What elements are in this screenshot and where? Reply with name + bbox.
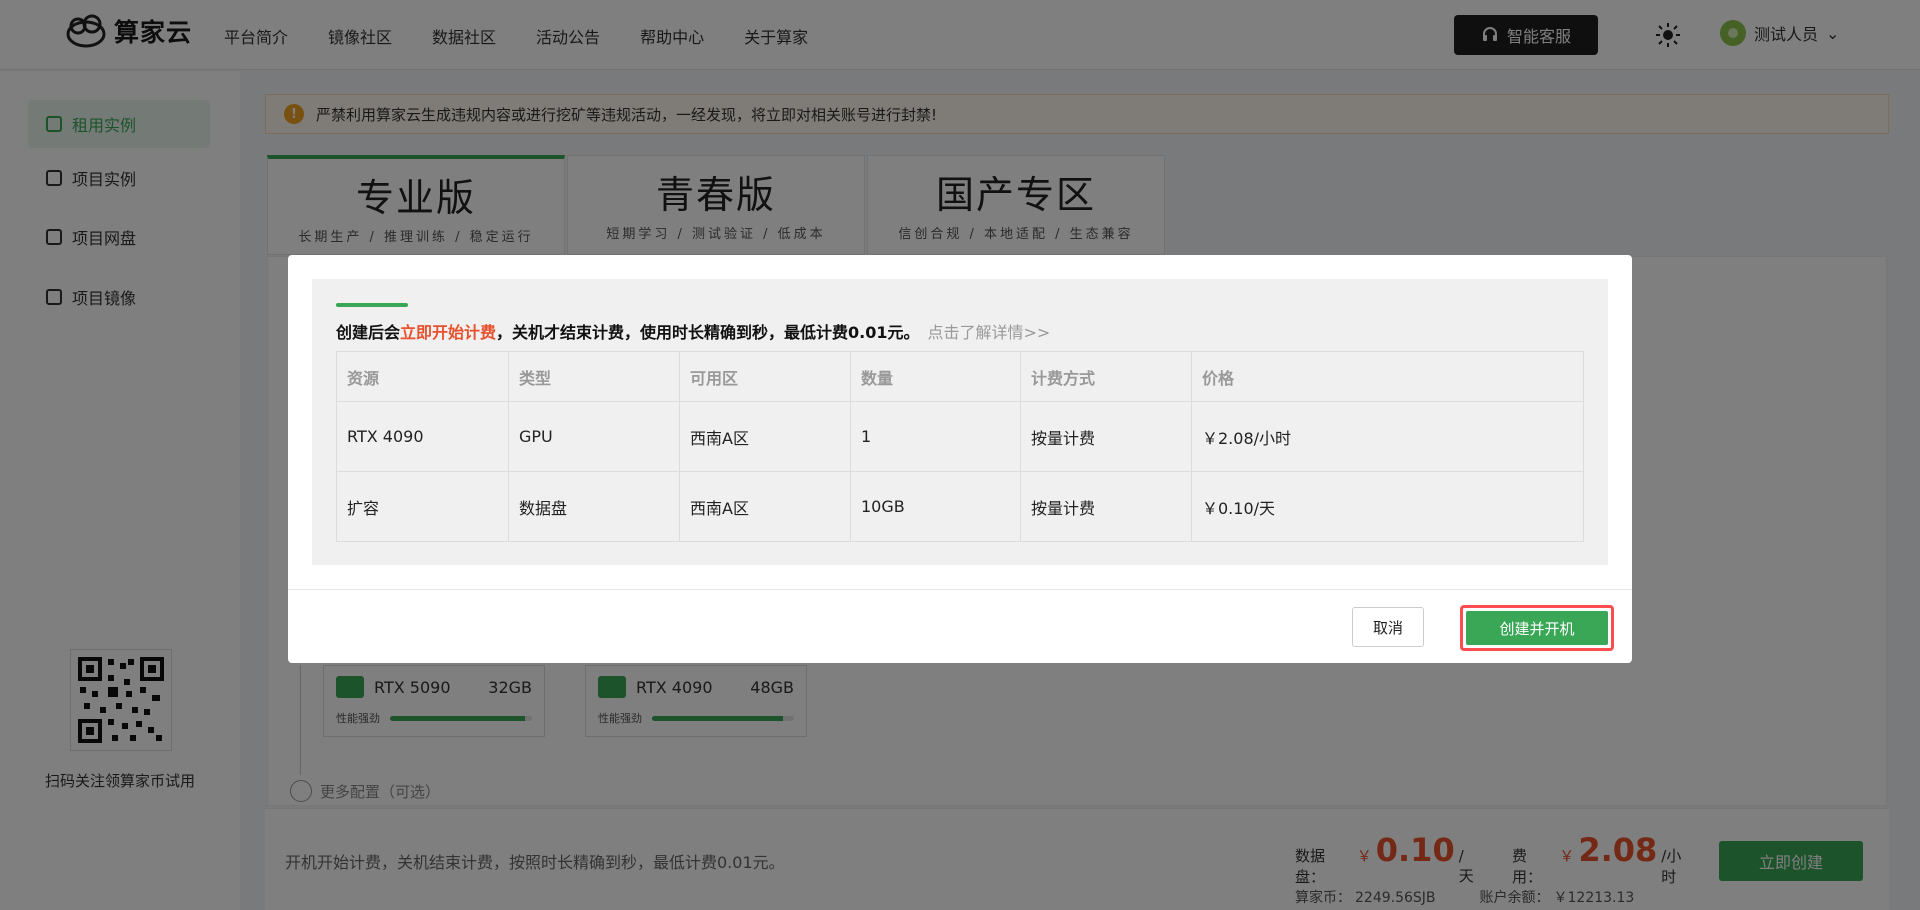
cell-type: GPU [508,401,680,472]
cell-quantity: 1 [850,401,1021,472]
cell-billing: 按量计费 [1020,471,1192,542]
table-row: RTX 4090 GPU 西南A区 1 按量计费 ￥2.08/小时 [336,401,1584,472]
cell-zone: 西南A区 [679,401,851,472]
billing-message-suffix: ，关机才结束计费，使用时长精确到秒，最低计费0.01元。 [496,323,920,342]
col-header-resource: 资源 [336,351,509,402]
cell-resource: RTX 4090 [336,401,509,472]
create-button-highlight: 创建并开机 [1460,605,1614,651]
billing-message-highlight: 立即开始计费 [400,323,497,342]
cell-price: ￥0.10/天 [1191,471,1584,542]
modal-divider [288,589,1632,590]
cell-quantity: 10GB [850,471,1021,542]
details-link[interactable]: 点击了解详情>> [928,323,1051,342]
col-header-quantity: 数量 [850,351,1021,402]
cell-resource: 扩容 [336,471,509,542]
col-header-zone: 可用区 [679,351,851,402]
billing-message: 创建后会立即开始计费，关机才结束计费，使用时长精确到秒，最低计费0.01元。 点击… [336,319,1050,343]
table-header-row: 资源 类型 可用区 数量 计费方式 价格 [336,351,1584,402]
confirm-create-modal: 创建后会立即开始计费，关机才结束计费，使用时长精确到秒，最低计费0.01元。 点击… [288,255,1632,663]
col-header-type: 类型 [508,351,680,402]
col-header-price: 价格 [1191,351,1584,402]
accent-bar [336,303,408,307]
col-header-billing: 计费方式 [1020,351,1192,402]
cell-zone: 西南A区 [679,471,851,542]
create-and-start-button[interactable]: 创建并开机 [1466,611,1608,645]
cell-billing: 按量计费 [1020,401,1192,472]
billing-message-prefix: 创建后会 [336,323,401,342]
modal-summary-panel: 创建后会立即开始计费，关机才结束计费，使用时长精确到秒，最低计费0.01元。 点击… [312,279,1608,565]
cancel-button[interactable]: 取消 [1352,607,1424,647]
cell-price: ￥2.08/小时 [1191,401,1584,472]
table-row: 扩容 数据盘 西南A区 10GB 按量计费 ￥0.10/天 [336,471,1584,542]
resource-table: 资源 类型 可用区 数量 计费方式 价格 RTX 4090 GPU 西南A区 1… [336,351,1584,542]
cell-type: 数据盘 [508,471,680,542]
